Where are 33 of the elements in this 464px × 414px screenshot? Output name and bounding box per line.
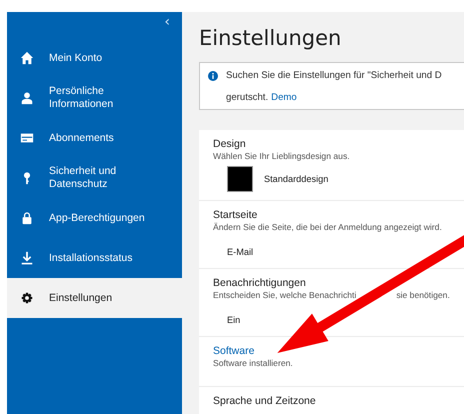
- theme-swatch[interactable]: [227, 166, 253, 192]
- sidebar-item[interactable]: App-Berechtigungen: [7, 198, 182, 238]
- card-icon: [20, 131, 34, 145]
- section-description: Entscheiden Sie, welche Benachrichti: [213, 290, 356, 300]
- person-icon: [20, 91, 34, 105]
- section-title: Sprache und Zeitzone: [213, 395, 317, 407]
- sidebar-item[interactable]: Abonnements: [7, 118, 182, 158]
- lock-icon: [20, 211, 34, 225]
- setting-value[interactable]: E-Mail: [227, 247, 254, 257]
- section-description: Software installieren.: [213, 358, 294, 368]
- sidebar-item[interactable]: Persönliche Informationen: [7, 78, 182, 118]
- settings-icon: [20, 291, 34, 305]
- sidebar-item[interactable]: Sicherheit und Datenschutz: [7, 158, 182, 198]
- theme-name[interactable]: Standarddesign: [264, 174, 328, 184]
- section-title: Benachrichtigungen: [213, 277, 307, 289]
- section-title: Startseite: [213, 209, 258, 221]
- setting-value[interactable]: Ein: [227, 315, 240, 325]
- software-link[interactable]: Software: [213, 345, 464, 357]
- info-text: Suchen Sie die Einstellungen für "Sicherheit und D: [226, 70, 442, 81]
- info-text: gerutscht.: [226, 92, 268, 103]
- page-title: Einstellungen: [199, 26, 342, 50]
- demo-link[interactable]: Demo: [271, 92, 297, 103]
- section-description: Ändern Sie die Seite, die bei der Anmeldung angezeigt wird.: [213, 222, 443, 232]
- section-description: sie benötigen.: [396, 290, 450, 300]
- sidebar-item[interactable]: Einstellungen: [7, 278, 182, 318]
- section-title: Design: [213, 138, 247, 150]
- collapse-button[interactable]: ‹: [152, 12, 182, 32]
- download-icon: [20, 251, 34, 265]
- sidebar-item[interactable]: Installationsstatus: [7, 238, 182, 278]
- home-icon: [20, 51, 34, 65]
- info-icon: [208, 70, 218, 80]
- sidebar-item[interactable]: Mein Konto: [7, 38, 182, 78]
- section-description: Wählen Sie Ihr Lieblingsdesign aus.: [213, 151, 351, 161]
